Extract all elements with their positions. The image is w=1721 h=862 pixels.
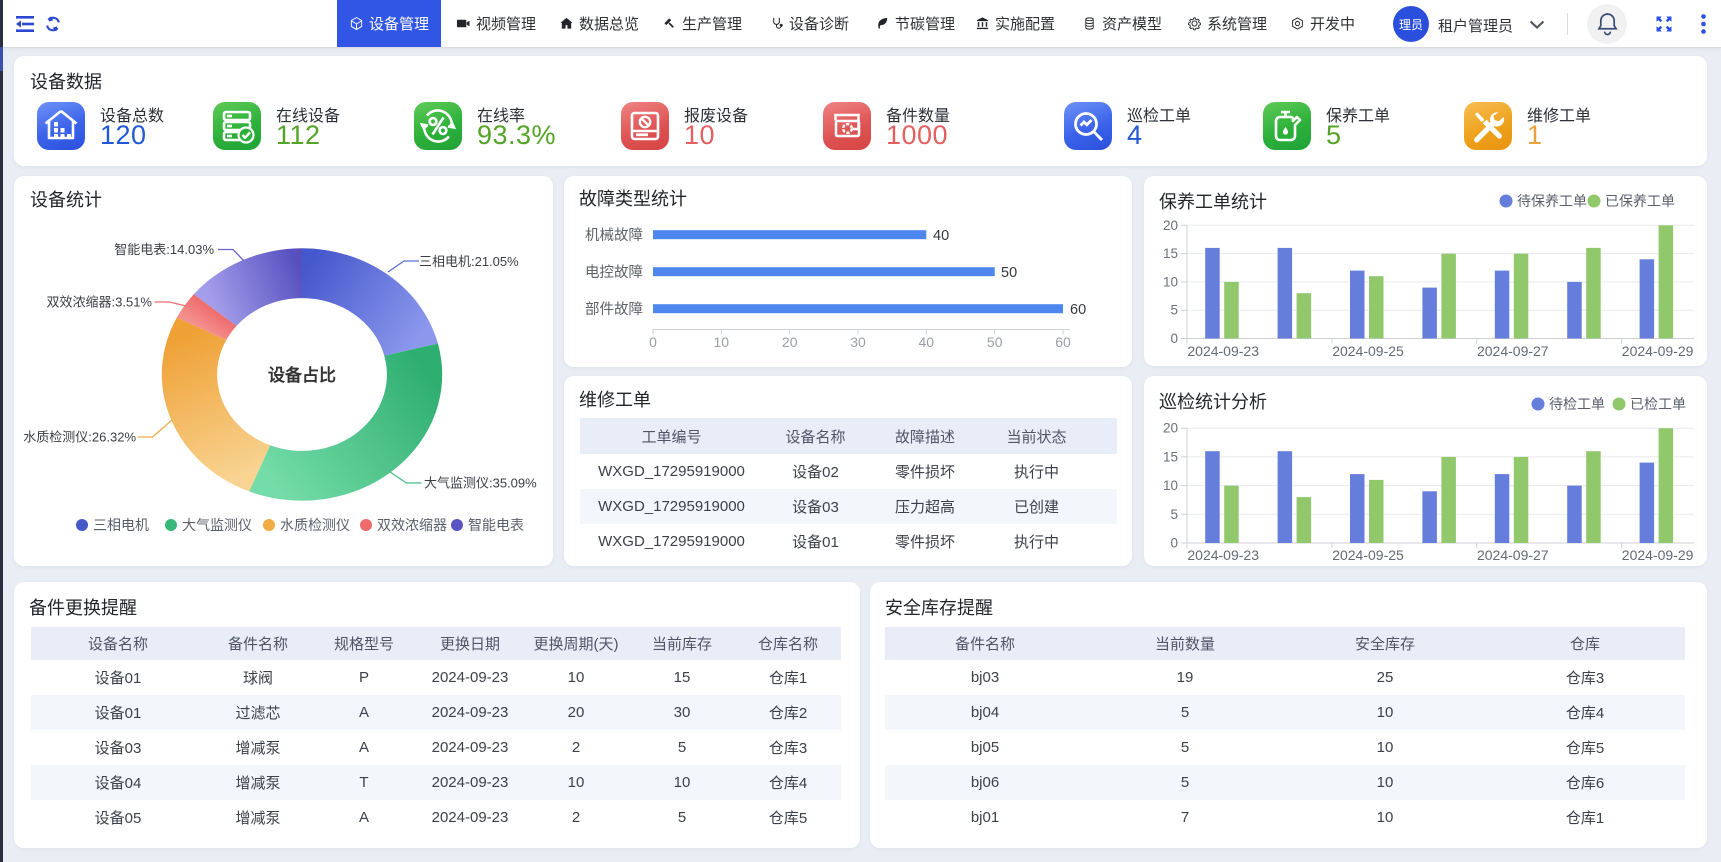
svg-text:大气监测仪: 大气监测仪 xyxy=(182,517,252,533)
svg-text:水质检测仪: 水质检测仪 xyxy=(280,517,350,533)
svg-text:2024-09-23: 2024-09-23 xyxy=(1187,547,1259,563)
svg-text:15: 15 xyxy=(1163,449,1178,464)
svg-text:2024-09-29: 2024-09-29 xyxy=(1622,343,1694,359)
svg-text:双效浓缩器: 双效浓缩器 xyxy=(377,517,447,533)
svg-text:已保养工单: 已保养工单 xyxy=(1605,193,1675,209)
svg-text:60: 60 xyxy=(1070,302,1086,318)
svg-text:40: 40 xyxy=(933,228,949,244)
svg-text:60: 60 xyxy=(1055,334,1071,350)
svg-text:0: 0 xyxy=(1170,331,1178,346)
svg-text:待保养工单: 待保养工单 xyxy=(1517,193,1587,209)
svg-text:20: 20 xyxy=(1163,218,1178,233)
svg-text:三相电机:21.05%: 三相电机:21.05% xyxy=(419,254,519,269)
svg-text:大气监测仪:35.09%: 大气监测仪:35.09% xyxy=(424,476,537,491)
svg-text:待检工单: 待检工单 xyxy=(1549,396,1605,412)
svg-text:部件故障: 部件故障 xyxy=(585,300,643,318)
svg-text:2024-09-23: 2024-09-23 xyxy=(1187,343,1259,359)
svg-text:双效浓缩器:3.51%: 双效浓缩器:3.51% xyxy=(47,295,153,310)
svg-text:20: 20 xyxy=(1163,421,1178,436)
svg-text:2024-09-29: 2024-09-29 xyxy=(1622,547,1694,563)
svg-text:0: 0 xyxy=(1170,536,1178,551)
svg-text:电控故障: 电控故障 xyxy=(585,263,643,281)
svg-text:已检工单: 已检工单 xyxy=(1630,396,1686,412)
svg-text:50: 50 xyxy=(987,334,1003,350)
svg-text:50: 50 xyxy=(1001,265,1017,281)
svg-text:10: 10 xyxy=(1163,274,1178,289)
svg-text:三相电机: 三相电机 xyxy=(93,517,149,533)
svg-text:5: 5 xyxy=(1170,507,1178,522)
svg-text:10: 10 xyxy=(714,334,730,350)
svg-text:2024-09-25: 2024-09-25 xyxy=(1332,547,1404,563)
svg-text:设备占比: 设备占比 xyxy=(268,365,336,385)
svg-text:2024-09-27: 2024-09-27 xyxy=(1477,547,1549,563)
svg-text:5: 5 xyxy=(1170,303,1178,318)
svg-text:机械故障: 机械故障 xyxy=(585,226,643,244)
svg-text:智能电表: 智能电表 xyxy=(468,517,524,533)
svg-text:15: 15 xyxy=(1163,246,1178,261)
svg-text:30: 30 xyxy=(850,334,866,350)
svg-text:2024-09-25: 2024-09-25 xyxy=(1332,343,1404,359)
svg-text:20: 20 xyxy=(782,334,798,350)
svg-text:10: 10 xyxy=(1163,478,1178,493)
svg-text:0: 0 xyxy=(649,334,657,350)
svg-text:水质检测仪:26.32%: 水质检测仪:26.32% xyxy=(23,430,136,445)
svg-text:2024-09-27: 2024-09-27 xyxy=(1477,343,1549,359)
svg-text:40: 40 xyxy=(919,334,935,350)
svg-text:智能电表:14.03%: 智能电表:14.03% xyxy=(114,242,214,257)
